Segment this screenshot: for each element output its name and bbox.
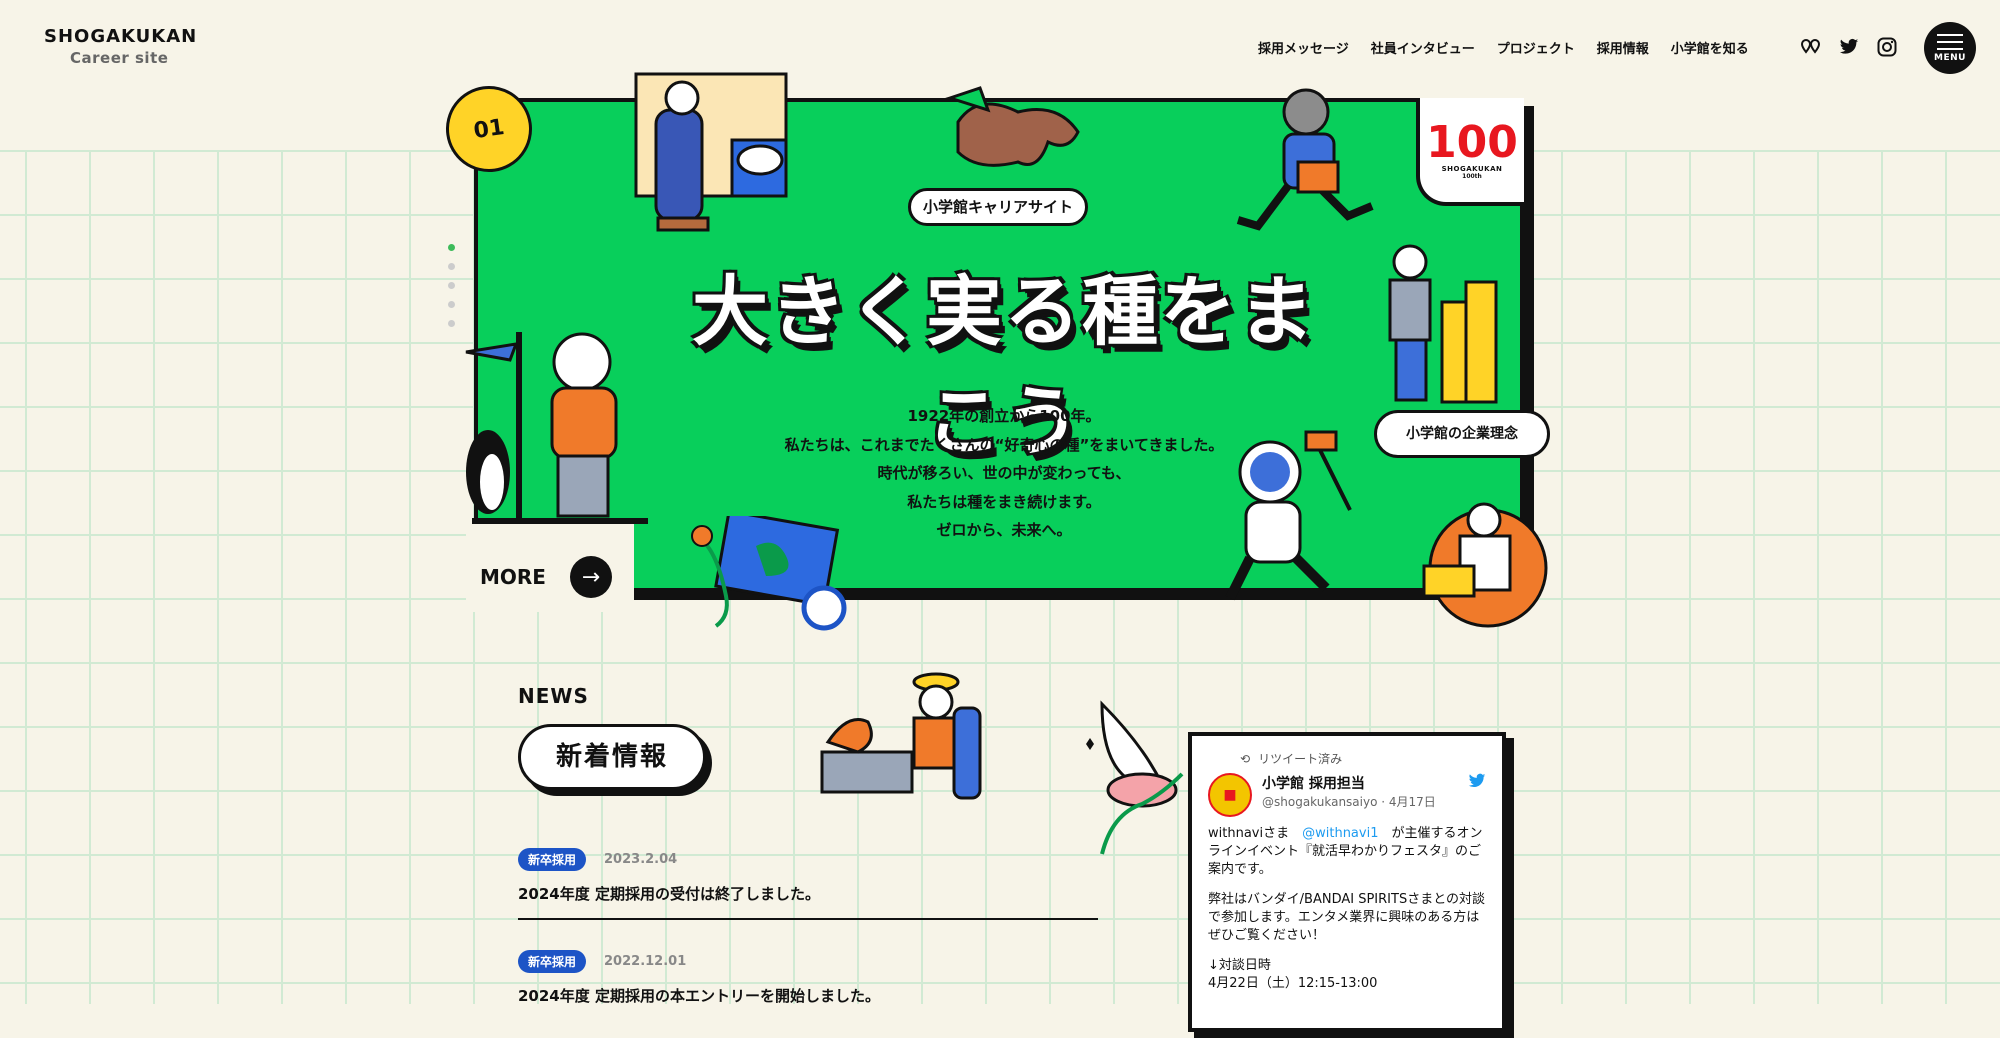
- runner-illustration: [1236, 88, 1374, 231]
- news-tag: 新卒採用: [518, 950, 587, 973]
- nav-employee-interview[interactable]: 社員インタビュー: [1371, 38, 1475, 57]
- global-nav: 採用メッセージ 社員インタビュー プロジェクト 採用情報 小学館を知る: [1258, 38, 1749, 57]
- tweet-text: 4月22日（土）12:15-13:00: [1208, 976, 1378, 991]
- reader-illustration: [1422, 502, 1548, 628]
- nav-recruit-message[interactable]: 採用メッセージ: [1258, 38, 1349, 57]
- retweet-indicator: ⟲ リツイート済み: [1240, 750, 1486, 767]
- more-label: MORE: [480, 565, 546, 589]
- traveler-illustration: [820, 672, 982, 800]
- news-item[interactable]: 新卒採用 2022.12.01 2024年度 定期採用の本エントリーを開始しまし…: [518, 950, 1098, 1020]
- hero-line: 時代が移ろい、世の中が変わっても、: [877, 464, 1131, 482]
- news-meta: 新卒採用 2023.2.04: [518, 848, 1098, 871]
- anniversary-logo: 100: [1426, 116, 1518, 168]
- tweet-handle[interactable]: @shogakukansaiyo · 4月17日: [1262, 793, 1436, 810]
- news-label: NEWS: [518, 684, 589, 708]
- nav-about[interactable]: 小学館を知る: [1671, 38, 1749, 57]
- slide-dot[interactable]: [448, 244, 455, 251]
- retweet-label: リツイート済み: [1258, 752, 1343, 766]
- tweet-author-name[interactable]: 小学館 採用担当: [1262, 773, 1436, 793]
- slide-dot[interactable]: [448, 263, 455, 270]
- social-links: [1800, 36, 1898, 58]
- tweet-header: ■ 小学館 採用担当 @shogakukansaiyo · 4月17日: [1208, 773, 1486, 817]
- map-illustration: [691, 516, 847, 631]
- news-item[interactable]: 新卒採用 2023.2.04 2024年度 定期採用の受付は終了しました。: [518, 848, 1098, 920]
- more-button[interactable]: MORE →: [480, 556, 612, 598]
- menu-label: MENU: [1934, 52, 1966, 63]
- tweet-mention[interactable]: @withnavi1: [1302, 826, 1378, 841]
- logo-name: SHOGAKUKAN: [44, 26, 198, 47]
- nav-recruit-info[interactable]: 採用情報: [1597, 38, 1649, 57]
- slide-dot[interactable]: [448, 301, 455, 308]
- slide-dot[interactable]: [448, 320, 455, 327]
- hero-line: 私たちは、これまでたくさんの“好奇心の種”をまいてきました。: [784, 435, 1224, 454]
- tweet-text: 弊社はバンダイ/BANDAI SPIRITSさまとの対談で参加します。エンタメ業…: [1208, 892, 1486, 943]
- menu-button[interactable]: MENU: [1924, 22, 1976, 74]
- dog-illustration: [945, 86, 1080, 167]
- tweet-embed[interactable]: ⟲ リツイート済み ■ 小学館 採用担当 @shogakukansaiyo · …: [1188, 732, 1506, 1032]
- philosophy-link[interactable]: 小学館の企業理念: [1374, 410, 1550, 458]
- news-heading: 新着情報: [518, 724, 706, 790]
- anniversary-subtext: 100th: [1462, 172, 1482, 180]
- hamburger-icon: [1937, 33, 1963, 50]
- logo-subtitle: Career site: [70, 49, 169, 67]
- hero-site-label: 小学館キャリアサイト: [908, 188, 1088, 226]
- site-logo[interactable]: SHOGAKUKAN Career site: [44, 26, 197, 67]
- news-date: 2022.12.01: [604, 954, 687, 969]
- explorer-illustration: [465, 332, 648, 524]
- tweet-body: withnaviさま @withnavi1 が主催するオンラインイベント『就活早…: [1208, 825, 1486, 993]
- anniversary-text: SHOGAKUKAN: [1441, 164, 1503, 173]
- bird-illustration: [1086, 700, 1184, 855]
- slide-dots: [448, 244, 455, 327]
- builder-illustration: [1388, 244, 1498, 404]
- instagram-icon[interactable]: [1876, 36, 1898, 58]
- slide-dot[interactable]: [448, 282, 455, 289]
- news-title: 2024年度 定期採用の受付は終了しました。: [518, 883, 1098, 920]
- retweet-icon: ⟲: [1240, 751, 1251, 766]
- twitter-icon[interactable]: [1838, 36, 1860, 58]
- tweet-text: withnaviさま: [1208, 826, 1290, 841]
- arrow-right-icon: →: [569, 556, 612, 598]
- twitter-bird-icon[interactable]: [1468, 773, 1486, 794]
- news-tag: 新卒採用: [518, 848, 587, 871]
- tweet-text: ↓対談日時: [1208, 958, 1271, 973]
- map-pin-icon[interactable]: [1800, 36, 1822, 58]
- painter-illustration: [634, 72, 788, 232]
- news-title: 2024年度 定期採用の本エントリーを開始しました。: [518, 987, 880, 1005]
- nav-project[interactable]: プロジェクト: [1497, 38, 1575, 57]
- news-date: 2023.2.04: [604, 852, 678, 867]
- anniversary-badge: 100 SHOGAKUKAN 100th: [1416, 98, 1524, 206]
- hero-line: 1922年の創立から100年。: [907, 407, 1101, 425]
- news-meta: 新卒採用 2022.12.01: [518, 950, 1098, 973]
- slide-number-badge: 01: [440, 80, 538, 178]
- astronaut-illustration: [1225, 430, 1352, 601]
- hero-line: 私たちは種をまき続けます。: [907, 492, 1101, 511]
- avatar[interactable]: ■: [1208, 773, 1252, 817]
